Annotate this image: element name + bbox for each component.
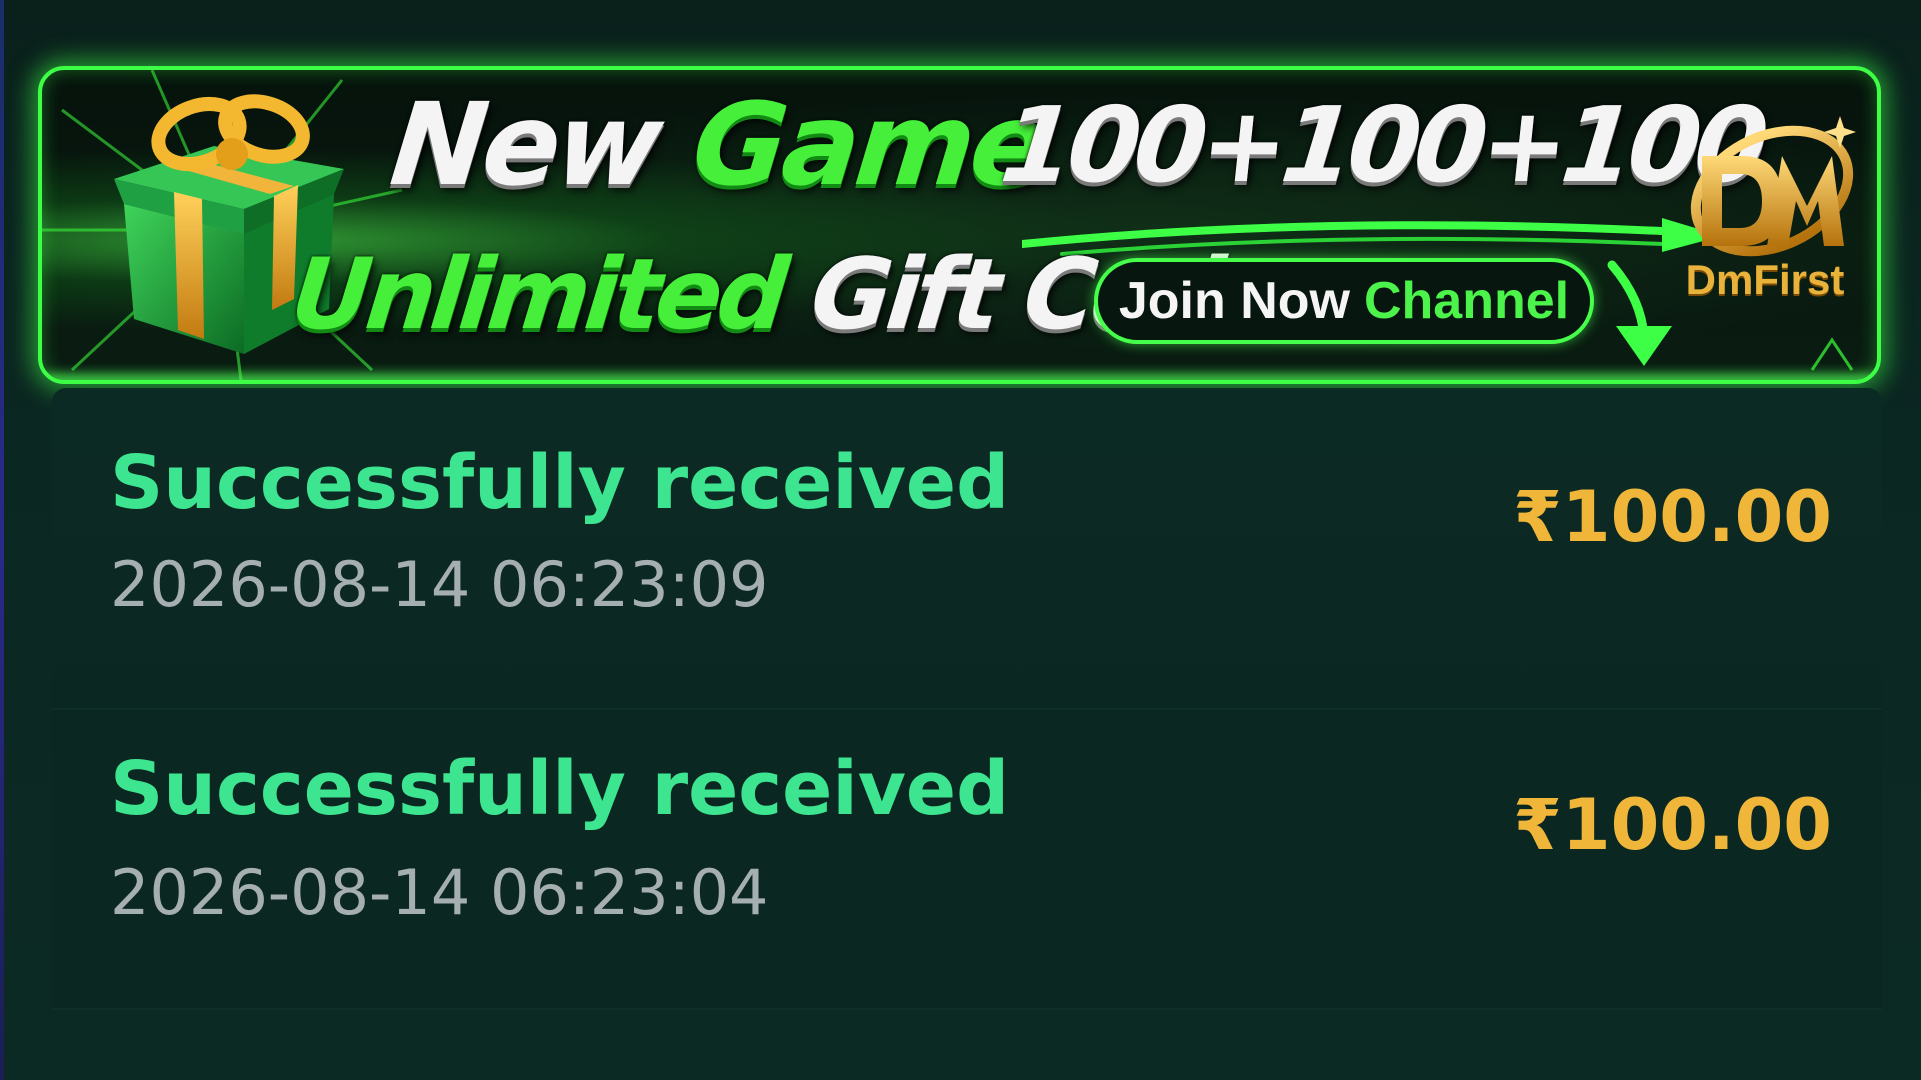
headline-word-new: New — [385, 78, 666, 211]
list-item-partial — [52, 1010, 1882, 1080]
subline-word-unlimited: Unlimited — [286, 238, 789, 352]
record-timestamp: 2026-08-14 06:23:09 — [110, 548, 769, 621]
join-label-white: Join Now — [1118, 272, 1350, 330]
promo-banner[interactable]: New Game 100+100+100 Unlimited Gift Code… — [38, 66, 1881, 384]
gift-code-history-screen: New Game 100+100+100 Unlimited Gift Code… — [0, 0, 1921, 1080]
join-now-channel-button[interactable]: Join Now Channel — [1094, 258, 1594, 344]
receive-history-list: Successfully received 2026-08-14 06:23:0… — [52, 388, 1882, 1080]
join-label-green: Channel — [1363, 272, 1570, 330]
record-amount: ₹100.00 — [1513, 784, 1832, 866]
record-timestamp: 2026-08-14 06:23:04 — [110, 856, 769, 929]
record-status: Successfully received — [110, 746, 1010, 832]
banner-headline: New Game — [385, 78, 1051, 211]
record-amount: ₹100.00 — [1513, 476, 1832, 558]
banner-glow — [42, 376, 1877, 380]
list-item[interactable]: Successfully received 2026-08-14 06:23:0… — [52, 710, 1882, 1010]
bonus-amount-text: 100+100+100 — [995, 84, 1768, 206]
record-status: Successfully received — [110, 440, 1010, 526]
left-edge-strip — [0, 0, 4, 1080]
logo-text: DmFirst — [1685, 256, 1845, 303]
list-item[interactable]: Successfully received 2026-08-14 06:23:0… — [52, 388, 1882, 710]
